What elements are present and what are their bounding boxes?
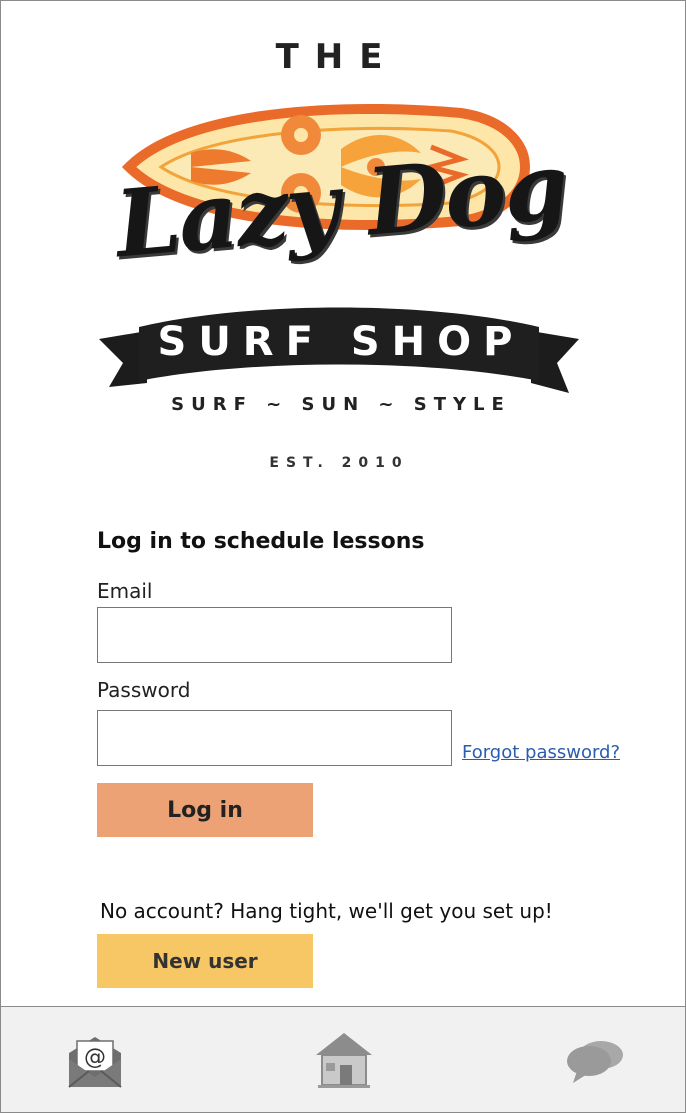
login-button[interactable]: Log in (97, 783, 313, 837)
email-field[interactable] (97, 607, 452, 663)
no-account-text: No account? Hang tight, we'll get you se… (100, 899, 553, 923)
home-icon (316, 1033, 372, 1088)
mail-icon: @ (68, 1037, 122, 1088)
forgot-password-link[interactable]: Forgot password? (462, 742, 620, 763)
new-user-button[interactable]: New user (97, 934, 313, 988)
logo-surf-shop-text: SURF SHOP (157, 319, 525, 365)
logo-tagline: SURF ~ SUN ~ STYLE (171, 394, 511, 415)
svg-text:@: @ (84, 1045, 106, 1070)
shop-logo: THE Lazy Dog SURF SHOP SURF ~ SUN ~ STYL… (1, 1, 685, 491)
password-field[interactable] (97, 710, 452, 766)
nav-mail-button[interactable]: @ (65, 1029, 125, 1089)
logo-the-text: THE (275, 37, 399, 77)
email-label: Email (97, 579, 153, 603)
app-screen: THE Lazy Dog SURF SHOP SURF ~ SUN ~ STYL… (0, 0, 686, 1113)
login-heading: Log in to schedule lessons (97, 529, 425, 554)
chat-icon (567, 1041, 623, 1083)
nav-home-button[interactable] (314, 1029, 374, 1089)
password-label: Password (97, 678, 191, 702)
nav-chat-button[interactable] (565, 1035, 625, 1095)
bottom-nav-bar: @ (1, 1006, 685, 1112)
logo-established: EST. 2010 (269, 455, 409, 471)
